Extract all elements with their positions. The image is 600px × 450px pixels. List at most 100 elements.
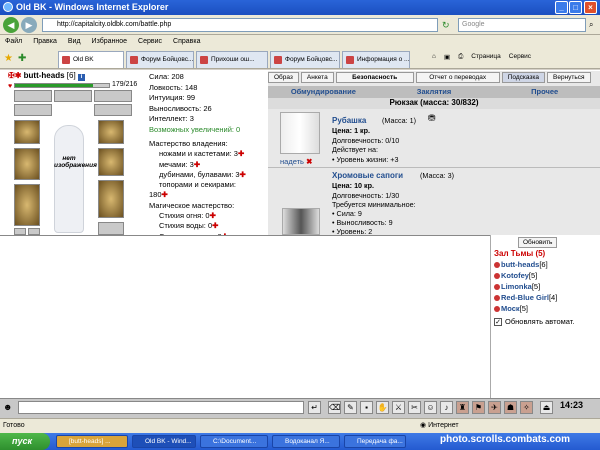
tab-forum-1[interactable]: Форум Бойцовс...: [126, 51, 194, 68]
hint-button[interactable]: Подсказка: [501, 72, 545, 83]
tab-prihoshi[interactable]: Прихоши ош...: [196, 51, 268, 68]
slot-small-2[interactable]: [28, 228, 40, 235]
put-on-link[interactable]: надеть ✖: [280, 157, 312, 166]
transfer-report-button[interactable]: Отчет о переводах: [415, 72, 500, 83]
exit-icon[interactable]: ⏏: [540, 401, 553, 414]
tab-oldbk[interactable]: Old BK: [58, 51, 124, 68]
map-icon[interactable]: ✈: [488, 401, 501, 414]
plus-icon[interactable]: ✚: [194, 160, 200, 169]
task-button[interactable]: [butt-heads] ...: [56, 435, 128, 448]
skill-swords: мечами: 3: [159, 159, 194, 169]
item-name-link[interactable]: Рубашка: [332, 116, 366, 125]
search-icon[interactable]: ⌕: [589, 20, 593, 30]
start-button[interactable]: пуск: [0, 433, 50, 450]
return-button[interactable]: Вернуться: [547, 72, 591, 83]
auto-update-checkbox[interactable]: ✓: [494, 318, 502, 327]
delete-icon[interactable]: ✖: [306, 157, 312, 166]
address-input[interactable]: http://capitalcity.oldbk.com/battle.php: [42, 18, 438, 32]
refresh-button[interactable]: Обновить: [518, 237, 558, 248]
menu-help[interactable]: Справка: [173, 38, 200, 49]
print-icon[interactable]: ⎙: [458, 53, 463, 61]
forward-icon[interactable]: ▶: [21, 17, 37, 33]
filter-icon[interactable]: ✎: [344, 401, 357, 414]
task-button[interactable]: Old BK - Wind...: [132, 435, 196, 448]
search-input[interactable]: Google: [458, 18, 586, 32]
item-boots-image[interactable]: [282, 208, 320, 235]
slot-helmet-top[interactable]: [14, 104, 52, 116]
slot-boots[interactable]: [98, 222, 124, 235]
online-user[interactable]: Red-Blue Girl[4]: [494, 293, 557, 302]
slot-earrings[interactable]: [14, 90, 52, 102]
slot-ring[interactable]: [94, 90, 132, 102]
slot-shield[interactable]: [98, 180, 124, 218]
task-button[interactable]: C:\Document...: [200, 435, 268, 448]
refresh-icon[interactable]: ↻: [442, 20, 450, 31]
home-icon[interactable]: ⌂: [432, 53, 436, 61]
image-button[interactable]: Образ: [268, 72, 299, 83]
task-button[interactable]: Передача фа...: [344, 435, 406, 448]
profile-button[interactable]: Анкета: [300, 72, 334, 83]
plus-icon[interactable]: ✚: [238, 149, 244, 158]
slot-armor[interactable]: [14, 184, 40, 226]
fight-icon[interactable]: ⚔: [392, 401, 405, 414]
chat-input[interactable]: [18, 401, 304, 414]
plus-icon[interactable]: ✚: [212, 221, 218, 230]
clear-icon[interactable]: ⌫: [328, 401, 341, 414]
run-icon[interactable]: ♜: [456, 401, 469, 414]
tools-menu[interactable]: Сервис: [509, 53, 531, 61]
tab-info[interactable]: Информация о ...: [342, 51, 410, 68]
people-icon[interactable]: ☗: [504, 401, 517, 414]
slot-gauntlets[interactable]: [98, 148, 124, 176]
plus-icon[interactable]: ✚: [240, 170, 246, 179]
menu-view[interactable]: Вид: [68, 38, 81, 49]
online-user[interactable]: Limonka[5]: [494, 282, 540, 291]
smile-icon[interactable]: ☻: [3, 402, 12, 412]
task-button[interactable]: Водоканал Я...: [272, 435, 340, 448]
slot-weapon[interactable]: [14, 148, 40, 180]
emotion-icon[interactable]: ☺: [424, 401, 437, 414]
online-user[interactable]: Kotofey[5]: [494, 271, 537, 280]
menu-edit[interactable]: Правка: [33, 38, 57, 49]
feeds-icon[interactable]: ▣: [444, 53, 450, 61]
tab-spells[interactable]: Заклятия: [379, 86, 490, 98]
info-icon[interactable]: i: [77, 74, 85, 81]
add-favorite-icon[interactable]: ✚: [18, 53, 26, 64]
slot-helmet[interactable]: [98, 120, 124, 144]
back-icon[interactable]: ◀: [3, 17, 19, 33]
slot-bracer[interactable]: [94, 104, 132, 116]
slot-amulet[interactable]: [54, 90, 92, 102]
tools-icon[interactable]: ✂: [408, 401, 421, 414]
save-icon[interactable]: ▪: [360, 401, 373, 414]
tab-other[interactable]: Прочее: [489, 86, 600, 98]
close-button[interactable]: ×: [584, 1, 597, 14]
stat-intellect: Интеллект: 3: [149, 114, 194, 124]
maximize-button[interactable]: □: [569, 1, 582, 14]
plus-icon[interactable]: ✚: [162, 190, 168, 199]
plus-icon[interactable]: ✚: [210, 211, 216, 220]
flag-icon[interactable]: ⚑: [472, 401, 485, 414]
user-name: butt-heads: [501, 260, 540, 269]
send-icon[interactable]: ↵: [308, 401, 321, 414]
menu-tools[interactable]: Сервис: [138, 38, 162, 49]
sound-icon[interactable]: ♪: [440, 401, 453, 414]
minimize-button[interactable]: _: [555, 1, 568, 14]
character-level: [6]: [66, 71, 76, 80]
magic-icon[interactable]: ✧: [520, 401, 533, 414]
stat-possible-increases: Возможных увеличений: 0: [149, 124, 241, 134]
online-user[interactable]: Моск[5]: [494, 304, 528, 313]
tab-equipment[interactable]: Обмундирование: [268, 86, 379, 98]
security-button[interactable]: Безопасность: [335, 72, 414, 83]
action-icon[interactable]: ✋: [376, 401, 389, 414]
page-menu[interactable]: Страница: [471, 53, 500, 61]
tab-forum-2[interactable]: Форум Бойцовс...: [270, 51, 340, 68]
auto-update-option[interactable]: ✓ Обновлять автомат.: [494, 317, 574, 327]
menu-file[interactable]: Файл: [5, 38, 22, 49]
favorites-star-icon[interactable]: ★: [4, 53, 13, 64]
slot-gloves[interactable]: [14, 120, 40, 144]
slot-small-1[interactable]: [14, 228, 26, 235]
item-name-link[interactable]: Хромовые сапоги: [332, 171, 403, 180]
online-user[interactable]: butt-heads[6]: [494, 260, 548, 269]
item-shirt-image[interactable]: [280, 112, 320, 154]
menu-favorites[interactable]: Избранное: [92, 38, 127, 49]
clan-icon: [494, 273, 500, 280]
